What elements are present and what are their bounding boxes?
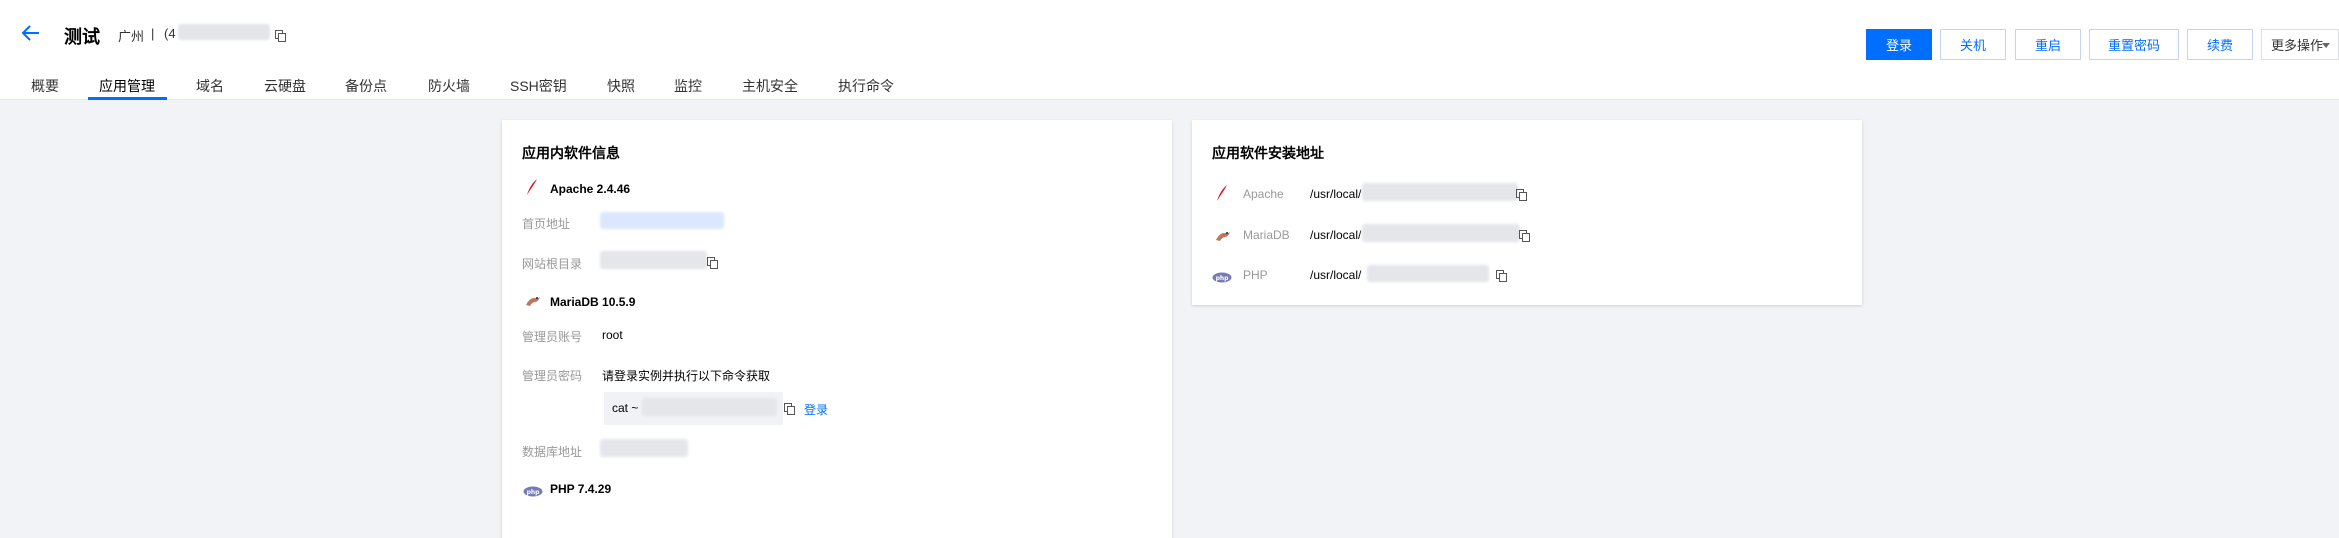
copy-icon[interactable]: [1516, 188, 1528, 201]
php-logo-icon: php: [523, 484, 543, 502]
admin-account-value: root: [602, 328, 623, 342]
tab-ssh-key[interactable]: SSH密钥: [510, 76, 567, 96]
renew-button[interactable]: 续费: [2187, 29, 2253, 60]
caret-down-icon: [2322, 43, 2330, 48]
tab-run-command[interactable]: 执行命令: [838, 76, 894, 96]
instance-ip: (4: [164, 26, 176, 41]
copy-icon[interactable]: [707, 256, 719, 269]
apache-feather-icon: [1216, 184, 1228, 207]
admin-account-label: 管理员账号: [522, 330, 583, 344]
svg-text:php: php: [1216, 275, 1230, 282]
software-info-title: 应用内软件信息: [522, 145, 620, 161]
install-paths-card: 应用软件安装地址 Apache /usr/local/ MariaDB /usr…: [1192, 120, 1862, 305]
copy-icon[interactable]: [275, 29, 287, 47]
tab-backup[interactable]: 备份点: [345, 76, 387, 96]
shutdown-button[interactable]: 关机: [1940, 29, 2006, 60]
copy-icon[interactable]: [784, 402, 796, 415]
db-address-label: 数据库地址: [522, 445, 583, 459]
homepage-url-redacted[interactable]: [600, 212, 724, 229]
db-address-redacted: [600, 439, 688, 457]
apache-path-value: /usr/local/: [1310, 187, 1362, 201]
instance-title: 测试: [64, 27, 100, 47]
copy-icon[interactable]: [1496, 269, 1508, 282]
svg-text:php: php: [527, 489, 541, 496]
apache-name: Apache 2.4.46: [550, 182, 631, 196]
back-arrow-icon[interactable]: [20, 22, 42, 44]
restart-button[interactable]: 重启: [2015, 29, 2081, 60]
more-actions-dropdown[interactable]: 更多操作: [2261, 29, 2339, 60]
mariadb-seal-icon: [525, 294, 541, 312]
mariadb-path-redacted: [1362, 224, 1520, 242]
apache-path-label: Apache: [1243, 187, 1284, 201]
header-separator: |: [151, 26, 155, 41]
php-path-value: /usr/local/: [1310, 268, 1362, 282]
login-link[interactable]: 登录: [804, 401, 828, 418]
more-actions-label: 更多操作: [2271, 38, 2324, 53]
reset-password-button[interactable]: 重置密码: [2089, 29, 2179, 60]
mariadb-path-label: MariaDB: [1243, 228, 1290, 242]
webroot-label: 网站根目录: [522, 257, 583, 271]
software-info-card: 应用内软件信息 Apache 2.4.46 首页地址 网站根目录 MariaDB…: [502, 120, 1172, 538]
tab-overview[interactable]: 概要: [31, 76, 59, 96]
command-prefix: cat ~: [612, 401, 639, 415]
tab-monitor[interactable]: 监控: [674, 76, 702, 96]
apache-feather-icon: [526, 178, 538, 201]
instance-region: 广州: [118, 29, 145, 44]
mariadb-seal-icon: [1215, 229, 1231, 247]
login-button[interactable]: 登录: [1866, 29, 1932, 60]
php-path-label: PHP: [1243, 268, 1268, 282]
tab-firewall[interactable]: 防火墙: [428, 76, 470, 96]
password-hint: 请登录实例并执行以下命令获取: [602, 369, 771, 383]
active-tab-indicator: [88, 97, 167, 100]
admin-password-label: 管理员密码: [522, 369, 583, 383]
homepage-label: 首页地址: [522, 217, 571, 231]
apache-path-redacted: [1362, 183, 1518, 201]
top-header: 测试 广州 | (4 登录 关机 重启 重置密码 续费 更多操作 概要 应用管理…: [0, 0, 2339, 100]
redacted-ip: [178, 24, 270, 40]
tab-domain[interactable]: 域名: [196, 76, 224, 96]
mariadb-path-value: /usr/local/: [1310, 228, 1362, 242]
install-paths-title: 应用软件安装地址: [1212, 145, 1324, 161]
tab-cloud-disk[interactable]: 云硬盘: [264, 76, 306, 96]
tab-app-management[interactable]: 应用管理: [99, 76, 155, 96]
php-name: PHP 7.4.29: [550, 482, 612, 496]
copy-icon[interactable]: [1519, 229, 1531, 242]
command-redacted: [642, 398, 777, 416]
tab-snapshot[interactable]: 快照: [607, 76, 635, 96]
webroot-redacted: [600, 251, 707, 269]
php-logo-icon: php: [1212, 270, 1232, 288]
mariadb-name: MariaDB 10.5.9: [550, 295, 636, 309]
tab-host-security[interactable]: 主机安全: [742, 76, 798, 96]
php-path-redacted: [1367, 265, 1489, 282]
